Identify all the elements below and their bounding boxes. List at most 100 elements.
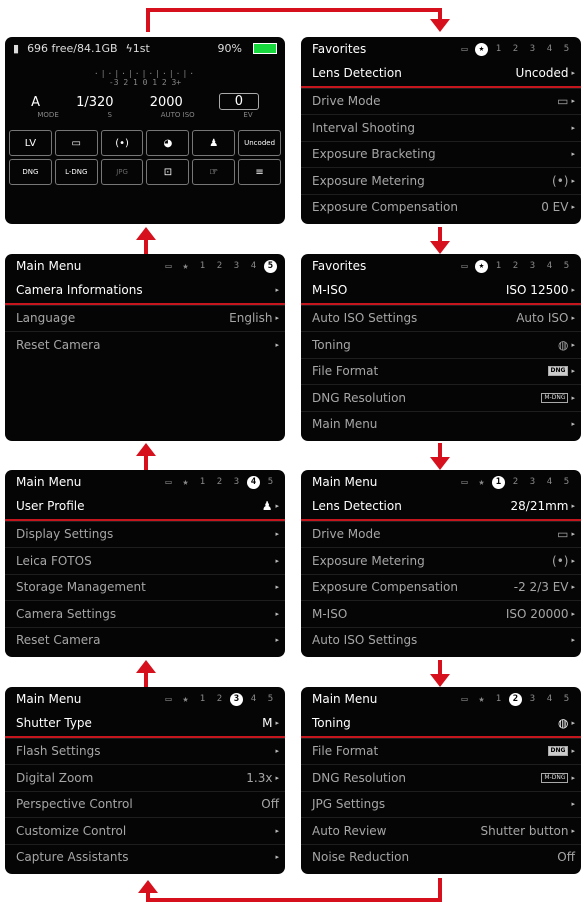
menu-page-tab[interactable]: 3 — [228, 477, 245, 487]
favorites-star-icon[interactable]: ★ — [473, 694, 490, 705]
menu-item[interactable]: Customize Control ▸ — [5, 817, 285, 844]
menu-page-tab[interactable]: 5 — [558, 477, 575, 487]
menu-page-tab[interactable]: 4 — [245, 475, 262, 489]
menu-item[interactable]: M-ISO ISO 12500 ▸ — [301, 278, 581, 305]
menu-page-tab[interactable]: 1 — [490, 694, 507, 704]
menu-item[interactable]: Perspective Control Off — [5, 790, 285, 818]
menu-page-tab[interactable]: 5 — [558, 694, 575, 704]
menu-item[interactable]: M-ISO ISO 20000 ▸ — [301, 600, 581, 627]
favorites-star-icon[interactable]: ★ — [473, 477, 490, 488]
menu-page-tab[interactable]: 2 — [211, 477, 228, 487]
menu-item[interactable]: Flash Settings ▸ — [5, 737, 285, 765]
menu-item[interactable]: Auto ISO Settings Auto ISO ▸ — [301, 304, 581, 332]
status-tab-icon[interactable]: ▭ — [456, 44, 473, 55]
menu-item[interactable]: Exposure Compensation 0 EV ▸ — [301, 193, 581, 221]
menu-page-tab[interactable]: 3 — [524, 694, 541, 704]
menu-item[interactable]: Digital Zoom 1.3x ▸ — [5, 764, 285, 791]
menu-item[interactable]: Noise Reduction Off — [301, 843, 581, 871]
menu-page-tab[interactable]: 3 — [228, 261, 245, 271]
menu-item[interactable]: File Format DNG ▸ — [301, 357, 581, 385]
menu-item[interactable]: Auto ISO Settings ▸ — [301, 626, 581, 654]
menu-item[interactable]: Drive Mode ▭ ▸ — [301, 520, 581, 548]
menu-item[interactable]: Lens Detection 28/21mm ▸ — [301, 494, 581, 521]
menu-item[interactable]: Display Settings ▸ — [5, 520, 285, 548]
dng-button[interactable]: DNG — [9, 159, 52, 185]
menu-page-tab[interactable]: 1 — [194, 694, 211, 704]
menu-page-tab[interactable]: 5 — [262, 477, 279, 487]
touch-button[interactable]: ☞ — [192, 159, 236, 185]
menu-page-tab[interactable]: 4 — [541, 44, 558, 54]
menu-page-tab[interactable]: 1 — [490, 44, 507, 54]
menu-page-tab[interactable]: 2 — [211, 694, 228, 704]
menu-item[interactable]: Main Menu ▸ — [301, 410, 581, 438]
l-dng-button[interactable]: L-DNG — [54, 159, 98, 185]
menu-page-tab[interactable]: 4 — [245, 261, 262, 271]
status-tab-icon[interactable]: ▭ — [160, 694, 177, 705]
user-profile-button[interactable]: ♟ — [192, 130, 236, 156]
menu-item[interactable]: Leica FOTOS ▸ — [5, 547, 285, 574]
menu-item[interactable]: Drive Mode ▭ ▸ — [301, 87, 581, 115]
ev-value[interactable]: 0 — [218, 93, 259, 110]
zoom-button[interactable]: ⊡ — [146, 159, 190, 185]
menu-page-tab[interactable]: 1 — [490, 261, 507, 271]
menu-item[interactable]: Toning ◍ ▸ — [301, 331, 581, 358]
favorites-star-icon[interactable]: ★ — [177, 694, 194, 705]
menu-page-tab[interactable]: 2 — [507, 692, 524, 706]
menu-item[interactable]: Lens Detection Uncoded ▸ — [301, 61, 581, 88]
menu-page-tab[interactable]: 4 — [541, 477, 558, 487]
iso-value[interactable]: 2000 — [150, 95, 183, 110]
menu-item[interactable]: Language English ▸ — [5, 304, 285, 332]
menu-page-tab[interactable]: 1 — [490, 475, 507, 489]
menu-page-tab[interactable]: 4 — [245, 694, 262, 704]
menu-page-tab[interactable]: 2 — [507, 261, 524, 271]
menu-page-tab[interactable]: 2 — [507, 477, 524, 487]
menu-page-tab[interactable]: 2 — [211, 261, 228, 271]
menu-page-tab[interactable]: 3 — [524, 44, 541, 54]
status-tab-icon[interactable]: ▭ — [456, 261, 473, 272]
menu-item[interactable]: File Format DNG ▸ — [301, 737, 581, 765]
menu-button[interactable]: ≡ — [238, 159, 281, 185]
menu-item[interactable]: Reset Camera ▸ — [5, 626, 285, 654]
favorites-star-icon[interactable]: ★ — [177, 261, 194, 272]
menu-item[interactable]: Toning ◍ ▸ — [301, 711, 581, 738]
status-tab-icon[interactable]: ▭ — [160, 261, 177, 272]
menu-page-tab[interactable]: 3 — [524, 261, 541, 271]
lv-button[interactable]: LV — [9, 130, 52, 156]
menu-item[interactable]: JPG Settings ▸ — [301, 790, 581, 818]
menu-item[interactable]: Exposure Compensation -2 2/3 EV ▸ — [301, 573, 581, 601]
menu-item[interactable]: Camera Settings ▸ — [5, 600, 285, 627]
menu-page-tab[interactable]: 1 — [194, 261, 211, 271]
menu-page-tab[interactable]: 2 — [507, 44, 524, 54]
toning-button[interactable]: ◕ — [146, 130, 190, 156]
mode-value[interactable]: A — [31, 95, 40, 110]
favorites-star-icon[interactable]: ★ — [473, 42, 490, 56]
lens-button[interactable]: Uncoded — [238, 130, 281, 156]
favorites-star-icon[interactable]: ★ — [177, 477, 194, 488]
jpg-button[interactable]: JPG — [100, 159, 144, 185]
menu-item[interactable]: Interval Shooting ▸ — [301, 114, 581, 141]
menu-page-tab[interactable]: 3 — [524, 477, 541, 487]
menu-item[interactable]: Shutter Type M ▸ — [5, 711, 285, 738]
menu-page-tab[interactable]: 4 — [541, 694, 558, 704]
shutter-value[interactable]: 1/320 — [76, 95, 113, 110]
status-tab-icon[interactable]: ▭ — [456, 694, 473, 705]
menu-item[interactable]: Storage Management ▸ — [5, 573, 285, 601]
menu-item[interactable]: Exposure Bracketing ▸ — [301, 140, 581, 168]
drive-mode-button[interactable]: ▭ — [54, 130, 98, 156]
menu-page-tab[interactable]: 5 — [558, 261, 575, 271]
menu-page-tab[interactable]: 5 — [558, 44, 575, 54]
menu-item[interactable]: Capture Assistants ▸ — [5, 843, 285, 871]
menu-page-tab[interactable]: 3 — [228, 692, 245, 706]
menu-item[interactable]: Exposure Metering (•) ▸ — [301, 547, 581, 574]
menu-item[interactable]: Camera Informations ▸ — [5, 278, 285, 305]
menu-page-tab[interactable]: 5 — [262, 259, 279, 273]
status-tab-icon[interactable]: ▭ — [456, 477, 473, 488]
menu-item[interactable]: Reset Camera ▸ — [5, 331, 285, 358]
menu-item[interactable]: Exposure Metering (•) ▸ — [301, 167, 581, 194]
menu-page-tab[interactable]: 5 — [262, 694, 279, 704]
menu-item[interactable]: User Profile ♟ ▸ — [5, 494, 285, 521]
menu-page-tab[interactable]: 4 — [541, 261, 558, 271]
favorites-star-icon[interactable]: ★ — [473, 259, 490, 273]
menu-item[interactable]: DNG Resolution M-DNG ▸ — [301, 764, 581, 791]
menu-page-tab[interactable]: 1 — [194, 477, 211, 487]
